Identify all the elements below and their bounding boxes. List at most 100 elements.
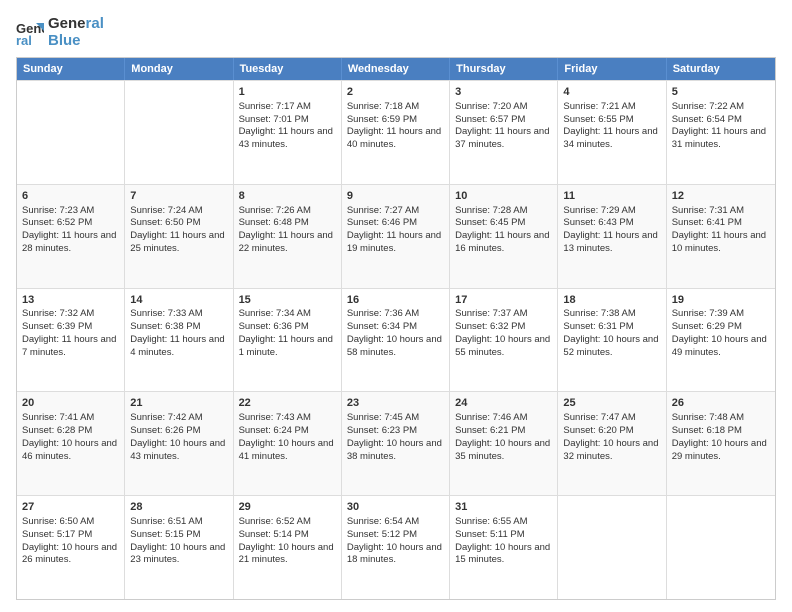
- day-detail: Sunrise: 7:34 AM: [239, 308, 336, 321]
- day-detail: Daylight: 10 hours and 18 minutes.: [347, 542, 444, 568]
- calendar-day-27: 27Sunrise: 6:50 AMSunset: 5:17 PMDayligh…: [17, 496, 125, 599]
- day-detail: Sunrise: 7:41 AM: [22, 412, 119, 425]
- calendar-day-15: 15Sunrise: 7:34 AMSunset: 6:36 PMDayligh…: [234, 289, 342, 392]
- day-number: 10: [455, 189, 552, 204]
- day-number: 12: [672, 189, 770, 204]
- day-number: 14: [130, 293, 227, 308]
- day-detail: Sunset: 7:01 PM: [239, 114, 336, 127]
- calendar-day-6: 6Sunrise: 7:23 AMSunset: 6:52 PMDaylight…: [17, 185, 125, 288]
- day-detail: Daylight: 10 hours and 41 minutes.: [239, 438, 336, 464]
- day-detail: Daylight: 10 hours and 23 minutes.: [130, 542, 227, 568]
- day-detail: Sunrise: 6:50 AM: [22, 516, 119, 529]
- day-detail: Daylight: 11 hours and 4 minutes.: [130, 334, 227, 360]
- day-detail: Daylight: 10 hours and 21 minutes.: [239, 542, 336, 568]
- day-detail: Daylight: 11 hours and 10 minutes.: [672, 230, 770, 256]
- day-detail: Daylight: 10 hours and 43 minutes.: [130, 438, 227, 464]
- page-header: Gene ral General Blue: [16, 16, 776, 49]
- calendar-day-5: 5Sunrise: 7:22 AMSunset: 6:54 PMDaylight…: [667, 81, 775, 184]
- day-number: 6: [22, 189, 119, 204]
- day-detail: Sunrise: 7:24 AM: [130, 205, 227, 218]
- day-detail: Daylight: 10 hours and 32 minutes.: [563, 438, 660, 464]
- day-detail: Sunset: 6:50 PM: [130, 217, 227, 230]
- calendar-day-28: 28Sunrise: 6:51 AMSunset: 5:15 PMDayligh…: [125, 496, 233, 599]
- day-number: 27: [22, 500, 119, 515]
- calendar-page: Gene ral General Blue SundayMondayTuesda…: [0, 0, 792, 612]
- day-detail: Daylight: 11 hours and 7 minutes.: [22, 334, 119, 360]
- empty-cell: [17, 81, 125, 184]
- day-detail: Sunset: 5:14 PM: [239, 529, 336, 542]
- day-detail: Sunset: 6:52 PM: [22, 217, 119, 230]
- day-detail: Daylight: 11 hours and 43 minutes.: [239, 126, 336, 152]
- day-detail: Sunrise: 7:29 AM: [563, 205, 660, 218]
- day-header-saturday: Saturday: [667, 58, 775, 80]
- day-header-sunday: Sunday: [17, 58, 125, 80]
- day-detail: Sunset: 6:23 PM: [347, 425, 444, 438]
- calendar-day-7: 7Sunrise: 7:24 AMSunset: 6:50 PMDaylight…: [125, 185, 233, 288]
- calendar-day-23: 23Sunrise: 7:45 AMSunset: 6:23 PMDayligh…: [342, 392, 450, 495]
- day-detail: Sunrise: 7:46 AM: [455, 412, 552, 425]
- day-header-wednesday: Wednesday: [342, 58, 450, 80]
- day-detail: Daylight: 11 hours and 25 minutes.: [130, 230, 227, 256]
- day-detail: Sunrise: 7:17 AM: [239, 101, 336, 114]
- day-number: 3: [455, 85, 552, 100]
- day-detail: Daylight: 10 hours and 46 minutes.: [22, 438, 119, 464]
- calendar-day-2: 2Sunrise: 7:18 AMSunset: 6:59 PMDaylight…: [342, 81, 450, 184]
- day-detail: Sunrise: 6:51 AM: [130, 516, 227, 529]
- day-number: 25: [563, 396, 660, 411]
- calendar-week-5: 27Sunrise: 6:50 AMSunset: 5:17 PM Dayligh…: [17, 495, 775, 599]
- day-number: 20: [22, 396, 119, 411]
- day-detail: Sunset: 6:32 PM: [455, 321, 552, 334]
- day-number: 17: [455, 293, 552, 308]
- day-detail: Sunrise: 7:23 AM: [22, 205, 119, 218]
- day-detail: Sunrise: 7:37 AM: [455, 308, 552, 321]
- calendar-week-4: 20Sunrise: 7:41 AMSunset: 6:28 PMDayligh…: [17, 391, 775, 495]
- day-number: 26: [672, 396, 770, 411]
- calendar-day-21: 21Sunrise: 7:42 AMSunset: 6:26 PMDayligh…: [125, 392, 233, 495]
- day-detail: Daylight: 11 hours and 40 minutes.: [347, 126, 444, 152]
- day-detail: Daylight: 11 hours and 19 minutes.: [347, 230, 444, 256]
- day-detail: Daylight: 10 hours and 49 minutes.: [672, 334, 770, 360]
- calendar-day-30: 30Sunrise: 6:54 AMSunset: 5:12 PMDayligh…: [342, 496, 450, 599]
- calendar-day-31: 31Sunrise: 6:55 AMSunset: 5:11 PMDayligh…: [450, 496, 558, 599]
- calendar-day-22: 22Sunrise: 7:43 AMSunset: 6:24 PMDayligh…: [234, 392, 342, 495]
- day-detail: Daylight: 11 hours and 13 minutes.: [563, 230, 660, 256]
- day-number: 28: [130, 500, 227, 515]
- day-detail: Sunrise: 7:33 AM: [130, 308, 227, 321]
- calendar-day-14: 14Sunrise: 7:33 AMSunset: 6:38 PMDayligh…: [125, 289, 233, 392]
- day-number: 13: [22, 293, 119, 308]
- day-detail: Daylight: 11 hours and 34 minutes.: [563, 126, 660, 152]
- day-detail: Sunset: 5:17 PM: [22, 529, 119, 542]
- calendar-day-9: 9Sunrise: 7:27 AMSunset: 6:46 PMDaylight…: [342, 185, 450, 288]
- logo: Gene ral General Blue: [16, 16, 104, 49]
- day-detail: Daylight: 10 hours and 58 minutes.: [347, 334, 444, 360]
- day-detail: Sunset: 6:55 PM: [563, 114, 660, 127]
- day-detail: Daylight: 10 hours and 29 minutes.: [672, 438, 770, 464]
- day-detail: Sunrise: 7:31 AM: [672, 205, 770, 218]
- day-number: 7: [130, 189, 227, 204]
- day-detail: Sunset: 5:11 PM: [455, 529, 552, 542]
- calendar-day-18: 18Sunrise: 7:38 AMSunset: 6:31 PMDayligh…: [558, 289, 666, 392]
- day-detail: Daylight: 10 hours and 52 minutes.: [563, 334, 660, 360]
- empty-cell: [667, 496, 775, 599]
- day-number: 22: [239, 396, 336, 411]
- calendar-day-10: 10Sunrise: 7:28 AMSunset: 6:45 PMDayligh…: [450, 185, 558, 288]
- day-number: 30: [347, 500, 444, 515]
- day-detail: Daylight: 10 hours and 35 minutes.: [455, 438, 552, 464]
- calendar-day-8: 8Sunrise: 7:26 AMSunset: 6:48 PMDaylight…: [234, 185, 342, 288]
- day-detail: Sunset: 6:21 PM: [455, 425, 552, 438]
- day-detail: Sunset: 6:29 PM: [672, 321, 770, 334]
- day-detail: Sunrise: 7:28 AM: [455, 205, 552, 218]
- day-detail: Sunset: 6:36 PM: [239, 321, 336, 334]
- calendar-day-3: 3Sunrise: 7:20 AMSunset: 6:57 PMDaylight…: [450, 81, 558, 184]
- day-detail: Daylight: 10 hours and 55 minutes.: [455, 334, 552, 360]
- day-detail: Sunrise: 7:21 AM: [563, 101, 660, 114]
- day-detail: Sunrise: 6:55 AM: [455, 516, 552, 529]
- empty-cell: [125, 81, 233, 184]
- day-detail: Sunrise: 7:36 AM: [347, 308, 444, 321]
- day-detail: Sunset: 6:57 PM: [455, 114, 552, 127]
- day-detail: Sunrise: 7:38 AM: [563, 308, 660, 321]
- day-number: 29: [239, 500, 336, 515]
- day-detail: Sunrise: 7:48 AM: [672, 412, 770, 425]
- day-detail: Sunset: 6:38 PM: [130, 321, 227, 334]
- day-detail: Daylight: 11 hours and 1 minute.: [239, 334, 336, 360]
